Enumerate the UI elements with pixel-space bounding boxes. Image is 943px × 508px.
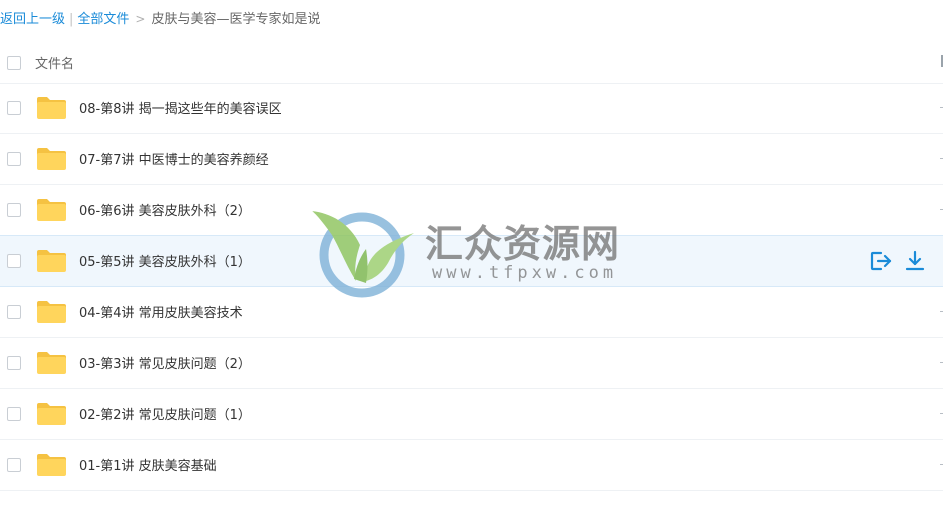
file-name[interactable]: 03-第3讲 常见皮肤问题（2） bbox=[79, 353, 251, 372]
list-header: 文件名 bbox=[0, 42, 943, 84]
row-checkbox[interactable] bbox=[7, 203, 21, 217]
file-row[interactable]: 07-第7讲 中医博士的美容养颜经 bbox=[0, 134, 943, 185]
file-name[interactable]: 06-第6讲 美容皮肤外科（2） bbox=[79, 200, 251, 219]
file-name[interactable]: 01-第1讲 皮肤美容基础 bbox=[79, 455, 217, 474]
file-name[interactable]: 07-第7讲 中医博士的美容养颜经 bbox=[79, 149, 269, 168]
all-files-link[interactable]: 全部文件 bbox=[77, 12, 129, 27]
breadcrumb: 返回上一级 | 全部文件 > 皮肤与美容—医学专家如是说 bbox=[0, 8, 321, 30]
folder-icon[interactable] bbox=[36, 249, 67, 273]
row-checkbox[interactable] bbox=[7, 305, 21, 319]
file-row[interactable]: 08-第8讲 揭一揭这些年的美容误区 bbox=[0, 83, 943, 134]
file-name[interactable]: 02-第2讲 常见皮肤问题（1） bbox=[79, 404, 251, 423]
folder-icon[interactable] bbox=[36, 198, 67, 222]
row-checkbox[interactable] bbox=[7, 254, 21, 268]
row-actions bbox=[859, 250, 927, 272]
file-name[interactable]: 04-第4讲 常用皮肤美容技术 bbox=[79, 302, 243, 321]
row-checkbox[interactable] bbox=[7, 152, 21, 166]
file-list: 08-第8讲 揭一揭这些年的美容误区 07-第7讲 中医博士的美容养颜经 06-第6… bbox=[0, 83, 943, 491]
folder-icon[interactable] bbox=[36, 351, 67, 375]
column-header-filename[interactable]: 文件名 bbox=[35, 53, 74, 72]
folder-icon[interactable] bbox=[36, 96, 67, 120]
folder-icon[interactable] bbox=[36, 453, 67, 477]
row-checkbox[interactable] bbox=[7, 356, 21, 370]
breadcrumb-arrow: > bbox=[135, 12, 146, 26]
file-name[interactable]: 08-第8讲 揭一揭这些年的美容误区 bbox=[79, 98, 282, 117]
file-row[interactable]: 06-第6讲 美容皮肤外科（2） bbox=[0, 185, 943, 236]
file-row[interactable]: 01-第1讲 皮肤美容基础 bbox=[0, 440, 943, 491]
share-out-icon[interactable] bbox=[869, 250, 893, 272]
current-folder-title: 皮肤与美容—医学专家如是说 bbox=[151, 12, 321, 27]
file-row[interactable]: 04-第4讲 常用皮肤美容技术 bbox=[0, 287, 943, 338]
folder-icon[interactable] bbox=[36, 300, 67, 324]
breadcrumb-separator: | bbox=[69, 12, 74, 27]
folder-icon[interactable] bbox=[36, 402, 67, 426]
file-browser-page: 返回上一级 | 全部文件 > 皮肤与美容—医学专家如是说 文件名 08-第8讲 揭一揭这… bbox=[0, 0, 943, 508]
folder-icon[interactable] bbox=[36, 147, 67, 171]
row-checkbox[interactable] bbox=[7, 458, 21, 472]
download-icon[interactable] bbox=[903, 250, 927, 272]
file-row[interactable]: 05-第5讲 美容皮肤外科（1） bbox=[0, 235, 943, 287]
file-row[interactable]: 03-第3讲 常见皮肤问题（2） bbox=[0, 338, 943, 389]
row-checkbox[interactable] bbox=[7, 101, 21, 115]
row-checkbox[interactable] bbox=[7, 407, 21, 421]
select-all-checkbox[interactable] bbox=[7, 56, 21, 70]
back-link[interactable]: 返回上一级 bbox=[0, 12, 65, 27]
file-name[interactable]: 05-第5讲 美容皮肤外科（1） bbox=[79, 251, 251, 270]
file-row[interactable]: 02-第2讲 常见皮肤问题（1） bbox=[0, 389, 943, 440]
